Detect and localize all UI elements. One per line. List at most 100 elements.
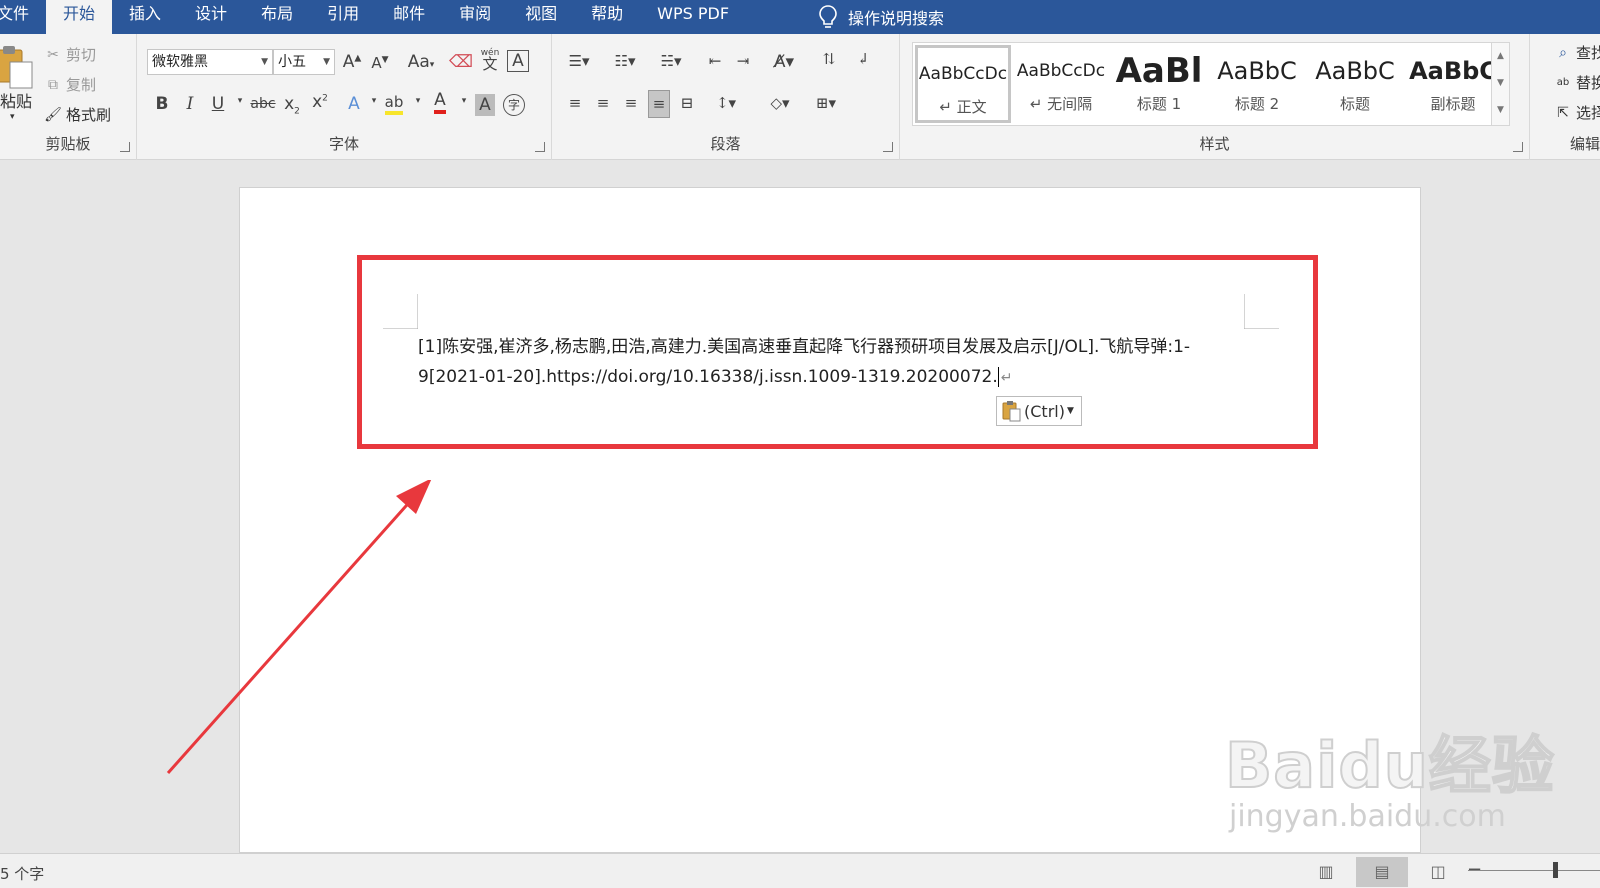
tab-wps-pdf[interactable]: WPS PDF xyxy=(640,0,746,34)
font-size-combo[interactable]: 小五 ▼ xyxy=(273,49,335,75)
clipboard-group: 粘贴 ▾ ✂ 剪切 ⧉ 复制 🖌 格式刷 剪贴板 xyxy=(0,34,137,160)
numbering-icon[interactable]: ☷▾ xyxy=(608,52,642,70)
gallery-scroll-up-icon[interactable]: ▲ xyxy=(1492,43,1509,70)
gallery-more-icon[interactable]: ▼ xyxy=(1492,97,1509,124)
find-button[interactable]: ⌕ 查找 xyxy=(1554,42,1600,63)
style-sample: AaBbCcDc xyxy=(918,64,1008,84)
italic-button[interactable]: I xyxy=(179,94,201,114)
select-button[interactable]: ⇱ 选择 xyxy=(1554,102,1600,123)
web-layout-icon[interactable]: ◫ xyxy=(1412,857,1464,887)
copy-icon: ⧉ xyxy=(48,76,58,93)
clear-formatting-icon[interactable]: ⌫ xyxy=(449,52,473,72)
strikethrough-button[interactable]: abc xyxy=(249,96,277,112)
copy-button[interactable]: ⧉ 复制 xyxy=(44,74,96,95)
subscript-button[interactable]: x2 xyxy=(281,94,303,116)
font-name-combo[interactable]: 微软雅黑 ▼ xyxy=(147,49,273,75)
style-normal[interactable]: AaBbCcDc ↵ 正文 xyxy=(915,45,1011,123)
underline-dropdown-icon[interactable]: ▾ xyxy=(229,96,251,106)
style-title[interactable]: AaBbC 标题 xyxy=(1307,45,1403,123)
highlight-dropdown-icon[interactable]: ▾ xyxy=(407,96,429,106)
multilevel-list-icon[interactable]: ☵▾ xyxy=(654,52,688,70)
style-heading-1[interactable]: AaBl 标题 1 xyxy=(1111,45,1207,123)
tell-me-search[interactable]: 操作说明搜索 xyxy=(816,4,944,30)
shading-icon[interactable]: ◇▾ xyxy=(762,94,798,112)
change-case-button[interactable]: Aa▾ xyxy=(403,52,439,72)
paragraph-group: ☰▾ ☷▾ ☵▾ ⇤ ⇥ A̸▾ ⇅ ↲ ≡ ≡ ≡ ≡ ⊟ ↕▾ ◇▾ ⊞▾ … xyxy=(552,34,900,160)
distributed-icon[interactable]: ⊟ xyxy=(676,94,698,112)
tab-review[interactable]: 审阅 xyxy=(442,0,508,34)
tab-mailings[interactable]: 邮件 xyxy=(376,0,442,34)
align-right-icon[interactable]: ≡ xyxy=(620,94,642,112)
editing-group-label: 编辑 xyxy=(1569,135,1600,153)
zoom-slider[interactable] xyxy=(1468,870,1600,871)
editing-group: ⌕ 查找 ab 替换 ⇱ 选择 编辑 xyxy=(1530,34,1600,160)
watermark-brand: Baidu经验 xyxy=(1224,728,1555,803)
bullets-icon[interactable]: ☰▾ xyxy=(562,52,596,70)
annotation-arrow xyxy=(166,480,432,774)
grow-font-button[interactable]: A▲ xyxy=(341,52,363,72)
style-subtitle[interactable]: AaBbC 副标题 xyxy=(1405,45,1501,123)
styles-launcher-icon[interactable] xyxy=(1513,142,1523,152)
font-launcher-icon[interactable] xyxy=(535,142,545,152)
superscript-button[interactable]: x2 xyxy=(309,92,331,112)
style-name: ↵ 无间隔 xyxy=(1029,95,1093,113)
font-color-dropdown-icon[interactable]: ▾ xyxy=(453,96,475,106)
styles-gallery-scroll: ▲ ▼ ▼ xyxy=(1491,43,1509,125)
justify-icon[interactable]: ≡ xyxy=(648,90,670,118)
sort-icon[interactable]: ⇅ xyxy=(818,50,840,68)
text-effects-icon[interactable]: A xyxy=(343,94,365,114)
style-no-spacing[interactable]: AaBbCcDc ↵ 无间隔 xyxy=(1013,45,1109,123)
increase-indent-icon[interactable]: ⇥ xyxy=(732,52,754,70)
paste-button[interactable]: 粘贴 xyxy=(0,88,32,112)
search-icon: ⌕ xyxy=(1559,44,1567,61)
tab-home[interactable]: 开始 xyxy=(46,0,113,34)
paste-dropdown-icon[interactable]: ▾ xyxy=(10,112,15,122)
format-painter-button[interactable]: 🖌 格式刷 xyxy=(44,104,111,125)
character-border-icon[interactable]: A xyxy=(507,50,529,72)
enclose-characters-icon[interactable]: 字 xyxy=(503,94,525,116)
style-name: ↵ 正文 xyxy=(939,98,987,116)
highlight-icon[interactable]: ab xyxy=(383,92,405,115)
clipboard-launcher-icon[interactable] xyxy=(120,142,130,152)
align-left-icon[interactable]: ≡ xyxy=(564,94,586,112)
style-sample: AaBbCcDc xyxy=(1016,61,1106,81)
tab-references[interactable]: 引用 xyxy=(310,0,376,34)
zoom-slider-thumb[interactable] xyxy=(1553,862,1558,878)
font-color-icon[interactable]: A xyxy=(429,90,451,114)
tab-file[interactable]: 文件 xyxy=(0,0,46,34)
tab-insert[interactable]: 插入 xyxy=(112,0,178,34)
gallery-scroll-down-icon[interactable]: ▼ xyxy=(1492,70,1509,97)
phonetic-guide-button[interactable]: wén 文 xyxy=(479,48,501,72)
print-layout-icon[interactable]: ▤ xyxy=(1356,857,1408,887)
borders-icon[interactable]: ⊞▾ xyxy=(808,94,844,112)
show-marks-icon[interactable]: ↲ xyxy=(852,50,874,68)
find-label: 查找 xyxy=(1576,44,1600,62)
underline-button[interactable]: U xyxy=(207,94,229,114)
styles-gallery: AaBbCcDc ↵ 正文 AaBbCcDc ↵ 无间隔 AaBl 标题 1 A… xyxy=(912,42,1510,126)
tab-help[interactable]: 帮助 xyxy=(574,0,640,34)
text-effects-dropdown-icon[interactable]: ▾ xyxy=(363,96,385,106)
read-mode-icon[interactable]: ▥ xyxy=(1300,857,1352,887)
tab-design[interactable]: 设计 xyxy=(178,0,244,34)
copy-label: 复制 xyxy=(66,76,97,94)
tab-view[interactable]: 视图 xyxy=(508,0,574,34)
decrease-indent-icon[interactable]: ⇤ xyxy=(704,52,726,70)
ribbon-tab-bar: 文件 开始 插入 设计 布局 引用 邮件 审阅 视图 帮助 WPS PDF 操作… xyxy=(0,0,1600,34)
chinese-layout-icon[interactable]: A̸▾ xyxy=(766,52,802,72)
align-center-icon[interactable]: ≡ xyxy=(592,94,614,112)
shrink-font-button[interactable]: A▼ xyxy=(369,54,391,72)
word-count[interactable]: 5 个字 xyxy=(0,863,44,884)
character-shading-icon[interactable]: A xyxy=(475,94,495,116)
bold-button[interactable]: B xyxy=(151,94,173,114)
replace-label: 替换 xyxy=(1576,74,1600,92)
style-heading-2[interactable]: AaBbC 标题 2 xyxy=(1209,45,1305,123)
tab-layout[interactable]: 布局 xyxy=(244,0,310,34)
line-spacing-icon[interactable]: ↕▾ xyxy=(708,94,744,112)
paragraph-launcher-icon[interactable] xyxy=(883,142,893,152)
replace-button[interactable]: ab 替换 xyxy=(1554,72,1600,93)
cut-button[interactable]: ✂ 剪切 xyxy=(44,44,96,65)
chevron-down-icon: ▼ xyxy=(261,57,268,67)
clipboard-group-label: 剪贴板 xyxy=(45,135,91,153)
chevron-down-icon: ▼ xyxy=(323,57,330,67)
paste-icon[interactable] xyxy=(0,42,36,90)
